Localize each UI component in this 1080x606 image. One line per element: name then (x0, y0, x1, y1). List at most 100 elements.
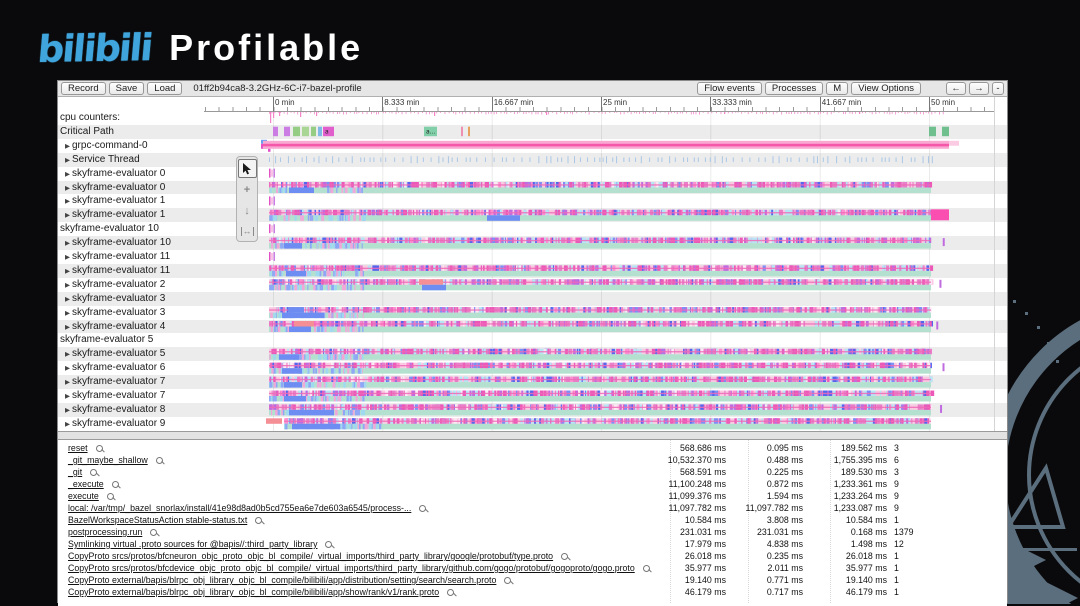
vertical-scrollbar[interactable] (994, 97, 1008, 431)
slice-link[interactable]: CopyProto external/bapis/blrpc_obj_libra… (68, 587, 439, 597)
expand-arrow-icon[interactable]: ▶ (63, 195, 72, 208)
slice-link[interactable]: Symlinking virtual .proto sources for @b… (68, 539, 317, 549)
magnifier-icon[interactable] (95, 444, 103, 452)
expand-arrow-icon[interactable]: ▶ (63, 376, 72, 389)
track-row[interactable]: ▶ skyframe-evaluator 0 (58, 181, 209, 195)
expand-arrow-icon[interactable]: ▶ (63, 154, 72, 167)
nav-left-button[interactable]: ← (946, 82, 966, 95)
slice-link[interactable]: _git_maybe_shallow (68, 455, 148, 465)
track-row[interactable]: ▶ skyframe-evaluator 2 (58, 278, 209, 292)
zoom-tool-button[interactable]: ↓ (238, 201, 257, 220)
track-row[interactable]: ▶ skyframe-evaluator 3 (58, 292, 209, 306)
expand-arrow-icon[interactable]: ▶ (63, 418, 72, 431)
track-row[interactable]: ▶ skyframe-evaluator 0 (58, 167, 209, 181)
expand-arrow-icon[interactable]: ▶ (63, 237, 72, 250)
track-label: skyframe-evaluator 1 (72, 209, 166, 221)
slice-link[interactable]: CopyProto external/bapis/blrpc_obj_libra… (68, 575, 496, 585)
timeline-canvas[interactable] (204, 111, 994, 431)
magnifier-icon[interactable] (504, 576, 512, 584)
track-row[interactable]: ▶ skyframe-evaluator 7 (58, 375, 209, 389)
processes-button[interactable]: Processes (764, 82, 824, 95)
view-options-button[interactable]: View Options (851, 82, 921, 95)
expand-arrow-icon[interactable]: ▶ (63, 362, 72, 375)
expand-arrow-icon[interactable]: ▶ (63, 140, 72, 153)
occurrences-cell: 1 (894, 563, 899, 573)
track-label: skyframe-evaluator 0 (72, 181, 166, 193)
magnifier-icon[interactable] (106, 492, 114, 500)
magnifier-icon[interactable] (325, 540, 333, 548)
table-row: CopyProto srcs/protos/bfcneuron_objc_pro… (58, 551, 1007, 563)
collapse-button[interactable]: - (992, 82, 1004, 95)
slice-link[interactable]: _git (68, 467, 82, 477)
record-button[interactable]: Record (61, 82, 106, 95)
save-button[interactable]: Save (108, 82, 145, 95)
flow-events-button[interactable]: Flow events (697, 82, 762, 95)
track-row[interactable]: ▶ grpc-command-0 (58, 139, 209, 153)
magnifier-icon[interactable] (155, 456, 163, 464)
track-row[interactable]: ▶ skyframe-evaluator 11 (58, 250, 209, 264)
track-row[interactable]: ▶ skyframe-evaluator 10 (58, 236, 209, 250)
expand-arrow-icon[interactable]: ▶ (63, 307, 72, 320)
track-row[interactable]: skyframe-evaluator 5 (58, 333, 206, 347)
wall-duration-cell: 231.031 ms (680, 527, 726, 537)
magnifier-icon[interactable] (561, 552, 569, 560)
expand-arrow-icon[interactable]: ▶ (63, 348, 72, 361)
track-row[interactable]: ▶ skyframe-evaluator 1 (58, 208, 209, 222)
selection-tool-button[interactable] (237, 159, 257, 178)
expand-arrow-icon[interactable]: ▶ (63, 404, 72, 417)
expand-arrow-icon[interactable]: ▶ (63, 251, 72, 264)
expand-arrow-icon[interactable]: ▶ (63, 279, 72, 292)
avg-duration-cell: 189.530 ms (841, 467, 887, 477)
expand-arrow-icon[interactable]: ▶ (63, 209, 72, 222)
avg-duration-cell: 0.168 ms (850, 527, 887, 537)
track-row[interactable]: Critical Path (58, 125, 206, 139)
track-label: skyframe-evaluator 5 (60, 334, 154, 346)
load-button[interactable]: Load (147, 82, 183, 95)
slice-link[interactable]: local: /var/tmp/_bazel_snorlax/install/4… (68, 503, 411, 513)
magnifier-icon[interactable] (419, 504, 427, 512)
metrics-button[interactable]: M (826, 82, 849, 95)
track-row[interactable]: ▶ skyframe-evaluator 5 (58, 347, 209, 361)
track-row[interactable]: ▶ skyframe-evaluator 6 (58, 361, 209, 375)
magnifier-icon[interactable] (111, 480, 119, 488)
expand-arrow-icon[interactable]: ▶ (63, 182, 72, 195)
wall-duration-cell: 10,532.370 ms (667, 455, 726, 465)
slice-link[interactable]: _execute (68, 479, 104, 489)
slice-link[interactable]: execute (68, 491, 99, 501)
slice-link[interactable]: CopyProto srcs/protos/bfcneuron_objc_pro… (68, 551, 553, 561)
horizontal-scrollbar[interactable] (58, 431, 1007, 440)
timing-tool-button[interactable]: ↔ (238, 222, 257, 241)
track-row[interactable]: cpu counters: (58, 111, 206, 125)
expand-arrow-icon[interactable]: ▶ (63, 321, 72, 334)
magnifier-icon[interactable] (255, 516, 263, 524)
track-row[interactable]: ▶ skyframe-evaluator 3 (58, 306, 209, 320)
expand-arrow-icon[interactable]: ▶ (63, 265, 72, 278)
nav-right-button[interactable]: → (969, 82, 989, 95)
slice-link[interactable]: BazelWorkspaceStatusAction stable-status… (68, 515, 247, 525)
magnifier-icon[interactable] (447, 588, 455, 596)
track-row[interactable]: ▶ Service Thread (58, 153, 209, 167)
track-row[interactable]: ▶ skyframe-evaluator 8 (58, 403, 209, 417)
slice-link[interactable]: reset (68, 443, 88, 453)
magnifier-icon[interactable] (90, 468, 98, 476)
expand-arrow-icon[interactable]: ▶ (63, 168, 72, 181)
slice-link[interactable]: postprocessing.run (68, 527, 142, 537)
track-row[interactable]: ▶ skyframe-evaluator 4 (58, 320, 209, 334)
wall-duration-cell: 10.584 ms (684, 515, 726, 525)
occurrences-cell: 9 (894, 491, 899, 501)
wall-duration-cell: 46.179 ms (684, 587, 726, 597)
pan-tool-button[interactable]: + (238, 180, 257, 199)
table-row: reset 568.686 ms 0.095 ms 189.562 ms 3 (58, 443, 1007, 455)
expand-arrow-icon[interactable]: ▶ (63, 293, 72, 306)
magnifier-icon[interactable] (150, 528, 158, 536)
expand-arrow-icon[interactable]: ▶ (63, 390, 72, 403)
track-row[interactable]: ▶ skyframe-evaluator 11 (58, 264, 209, 278)
slice-link[interactable]: CopyProto srcs/protos/bfcdevice_objc_pro… (68, 563, 635, 573)
occurrences-cell: 1 (894, 587, 899, 597)
track-row[interactable]: ▶ skyframe-evaluator 1 (58, 194, 209, 208)
track-row[interactable]: ▶ skyframe-evaluator 9 (58, 417, 209, 431)
slice-name-cell: CopyProto srcs/protos/bfcneuron_objc_pro… (68, 551, 569, 561)
track-row[interactable]: ▶ skyframe-evaluator 7 (58, 389, 209, 403)
track-row[interactable]: skyframe-evaluator 10 (58, 222, 206, 236)
magnifier-icon[interactable] (642, 564, 650, 572)
